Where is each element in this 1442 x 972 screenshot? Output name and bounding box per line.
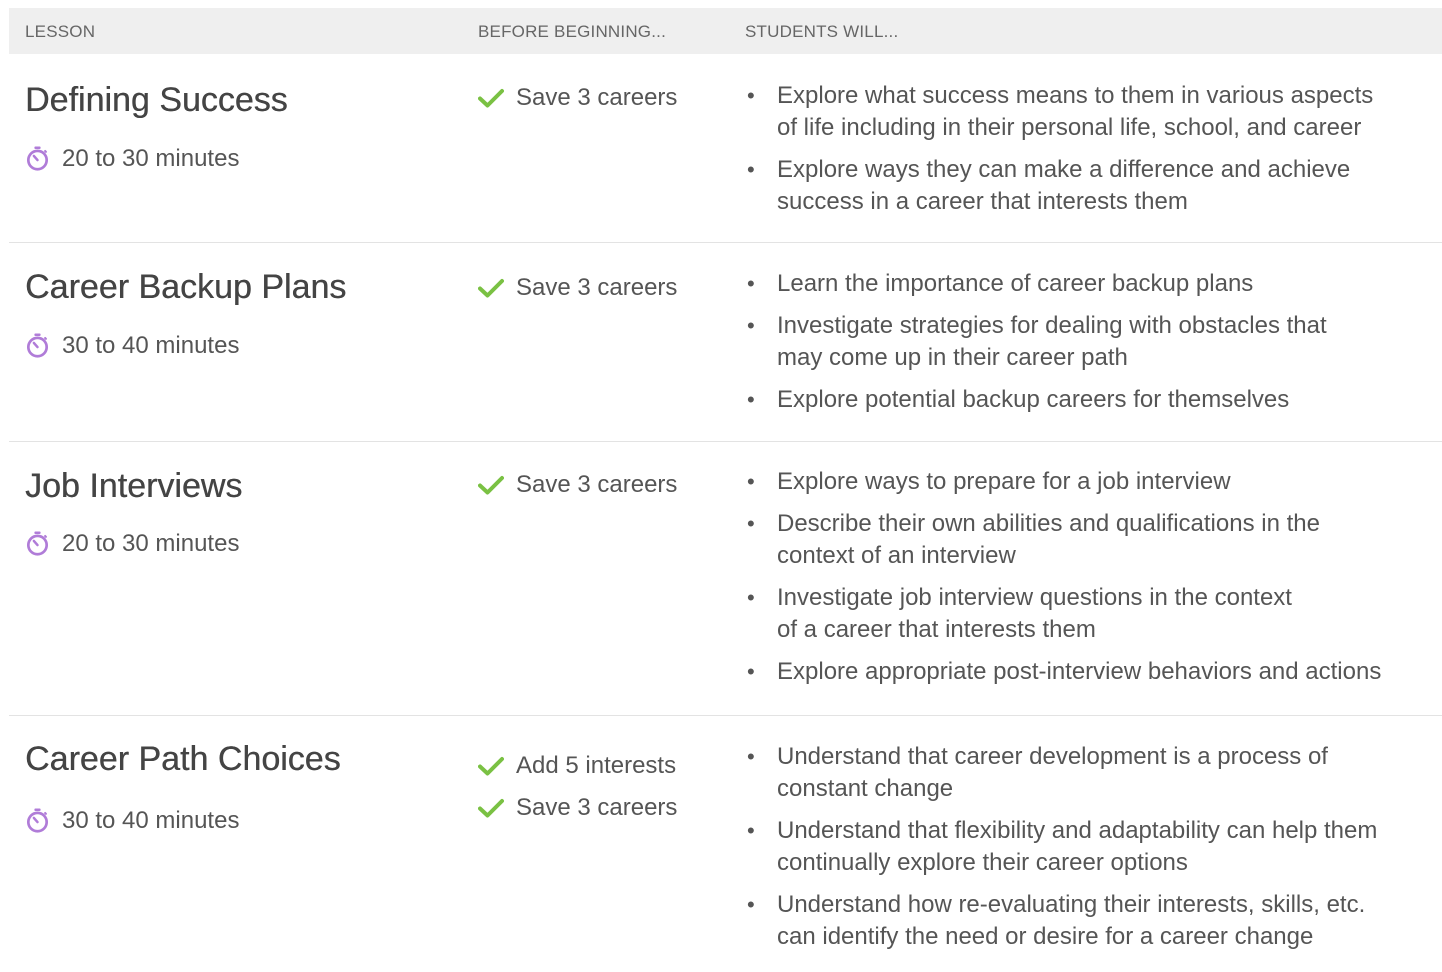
- checkmark-icon: [478, 476, 504, 495]
- objective-item: • Investigate strategies for dealing with…: [744, 310, 1442, 374]
- lesson-duration: 20 to 30 minutes: [25, 531, 239, 556]
- objective-item: • Describe their own abilities and qualif…: [744, 508, 1442, 572]
- duration-text: 30 to 40 minutes: [62, 331, 240, 359]
- bullet-icon: •: [747, 585, 755, 610]
- objective-line: of a career that interests them: [777, 616, 1096, 643]
- objective-line: Explore ways to prepare for a job interv…: [777, 468, 1231, 495]
- prerequisite-text: Save 3 careers: [516, 84, 678, 111]
- objective-line: Describe their own abilities and qualifi…: [777, 510, 1320, 537]
- duration-text: 20 to 30 minutes: [62, 144, 240, 172]
- objective-line: Explore potential backup careers for the…: [777, 386, 1290, 413]
- objective-line: continually explore their career options: [777, 849, 1188, 876]
- prerequisite-text: Save 3 careers: [516, 274, 678, 301]
- objective-line: Understand that career development is a …: [777, 743, 1328, 770]
- objective-item: • Understand that career development is a…: [744, 741, 1442, 805]
- objective-item: • Explore ways to prepare for a job inter…: [744, 466, 1442, 498]
- objective-line: Learn the importance of career backup pl…: [777, 270, 1254, 297]
- prerequisite-item: Save 3 careers: [478, 787, 677, 829]
- objective-line: context of an interview: [777, 542, 1016, 569]
- header-students-will: STUDENTS WILL...: [745, 22, 899, 41]
- bullet-icon: •: [747, 659, 755, 684]
- objective-item: • Explore appropriate post-interview beha…: [744, 656, 1442, 688]
- objective-line: Explore appropriate post-interview behav…: [777, 658, 1382, 685]
- objective-line: of life including in their personal life…: [777, 114, 1362, 141]
- prerequisite-list: Save 3 careers: [478, 464, 677, 506]
- objective-line: may come up in their career path: [777, 344, 1128, 371]
- prerequisite-text: Add 5 interests: [516, 752, 677, 779]
- stopwatch-icon: [26, 531, 49, 556]
- bullet-icon: •: [747, 469, 755, 494]
- stopwatch-icon: [26, 808, 49, 833]
- objective-line: Understand that flexibility and adaptabi…: [777, 817, 1378, 844]
- checkmark-icon: [478, 757, 504, 776]
- objective-item: • Explore what success means to them in v…: [744, 80, 1442, 144]
- prerequisite-item: Save 3 careers: [478, 77, 677, 119]
- objective-line: can identify the need or desire for a ca…: [777, 923, 1314, 950]
- prerequisite-item: Add 5 interests: [478, 745, 677, 787]
- objective-item: • Understand that flexibility and adaptab…: [744, 815, 1442, 879]
- objective-line: Understand how re-evaluating their inter…: [777, 891, 1366, 918]
- bullet-icon: •: [747, 818, 755, 843]
- bullet-icon: •: [747, 157, 755, 182]
- stopwatch-icon: [26, 333, 49, 358]
- objective-line: constant change: [777, 775, 954, 802]
- objective-item: • Learn the importance of career backup p…: [744, 268, 1442, 300]
- lesson-title: Defining Success: [25, 81, 288, 119]
- objective-line: Investigate job interview questions in t…: [777, 584, 1292, 611]
- lessons-table: LESSON BEFORE BEGINNING... STUDENTS WILL…: [9, 8, 1442, 972]
- bullet-icon: •: [747, 83, 755, 108]
- checkmark-icon: [478, 279, 504, 298]
- checkmark-icon: [478, 89, 504, 108]
- header-before-beginning: BEFORE BEGINNING...: [478, 22, 666, 41]
- objective-line: Explore what success means to them in va…: [777, 82, 1374, 109]
- table-row: Defining Success 20 to 30 minutes Save 3 c…: [9, 54, 1442, 243]
- lesson-title: Job Interviews: [25, 467, 243, 505]
- lesson-title: Career Backup Plans: [25, 268, 347, 306]
- objective-item: • Understand how re-evaluating their inte…: [744, 889, 1442, 953]
- objectives-list: • Learn the importance of career backup p…: [744, 268, 1442, 426]
- bullet-icon: •: [747, 387, 755, 412]
- stopwatch-icon: [26, 146, 49, 171]
- table-row: Career Path Choices 30 to 40 minutes Add 5…: [9, 716, 1442, 972]
- bullet-icon: •: [747, 744, 755, 769]
- objective-item: • Explore potential backup careers for th…: [744, 384, 1442, 416]
- prerequisite-text: Save 3 careers: [516, 794, 678, 821]
- prerequisite-item: Save 3 careers: [478, 267, 677, 309]
- bullet-icon: •: [747, 271, 755, 296]
- lesson-duration: 30 to 40 minutes: [25, 808, 239, 833]
- objective-line: success in a career that interests them: [777, 188, 1188, 215]
- checkmark-icon: [478, 799, 504, 818]
- prerequisite-list: Save 3 careers: [478, 267, 677, 309]
- header-lesson: LESSON: [25, 22, 96, 41]
- bullet-icon: •: [747, 892, 755, 917]
- table-body: Defining Success 20 to 30 minutes Save 3 c…: [9, 54, 1442, 972]
- lesson-duration: 30 to 40 minutes: [25, 333, 239, 358]
- prerequisite-list: Save 3 careers: [478, 77, 677, 119]
- objective-item: • Investigate job interview questions in …: [744, 582, 1442, 646]
- table-header: LESSON BEFORE BEGINNING... STUDENTS WILL…: [9, 8, 1442, 54]
- duration-text: 20 to 30 minutes: [62, 529, 240, 557]
- objectives-list: • Understand that career development is a…: [744, 741, 1442, 963]
- prerequisite-text: Save 3 careers: [516, 471, 678, 498]
- objective-line: Investigate strategies for dealing with …: [777, 312, 1327, 339]
- bullet-icon: •: [747, 313, 755, 338]
- table-row: Job Interviews 20 to 30 minutes Save 3 car…: [9, 442, 1442, 716]
- objectives-list: • Explore ways to prepare for a job inter…: [744, 466, 1442, 698]
- bullet-icon: •: [747, 511, 755, 536]
- table-row: Career Backup Plans 30 to 40 minutes Save …: [9, 243, 1442, 442]
- prerequisite-list: Add 5 interests Save 3 careers: [478, 745, 677, 829]
- prerequisite-item: Save 3 careers: [478, 464, 677, 506]
- lesson-title: Career Path Choices: [25, 740, 341, 778]
- objectives-list: • Explore what success means to them in v…: [744, 80, 1442, 228]
- objective-line: Explore ways they can make a difference …: [777, 156, 1351, 183]
- objective-item: • Explore ways they can make a difference…: [744, 154, 1442, 218]
- lesson-duration: 20 to 30 minutes: [25, 146, 239, 171]
- duration-text: 30 to 40 minutes: [62, 806, 240, 834]
